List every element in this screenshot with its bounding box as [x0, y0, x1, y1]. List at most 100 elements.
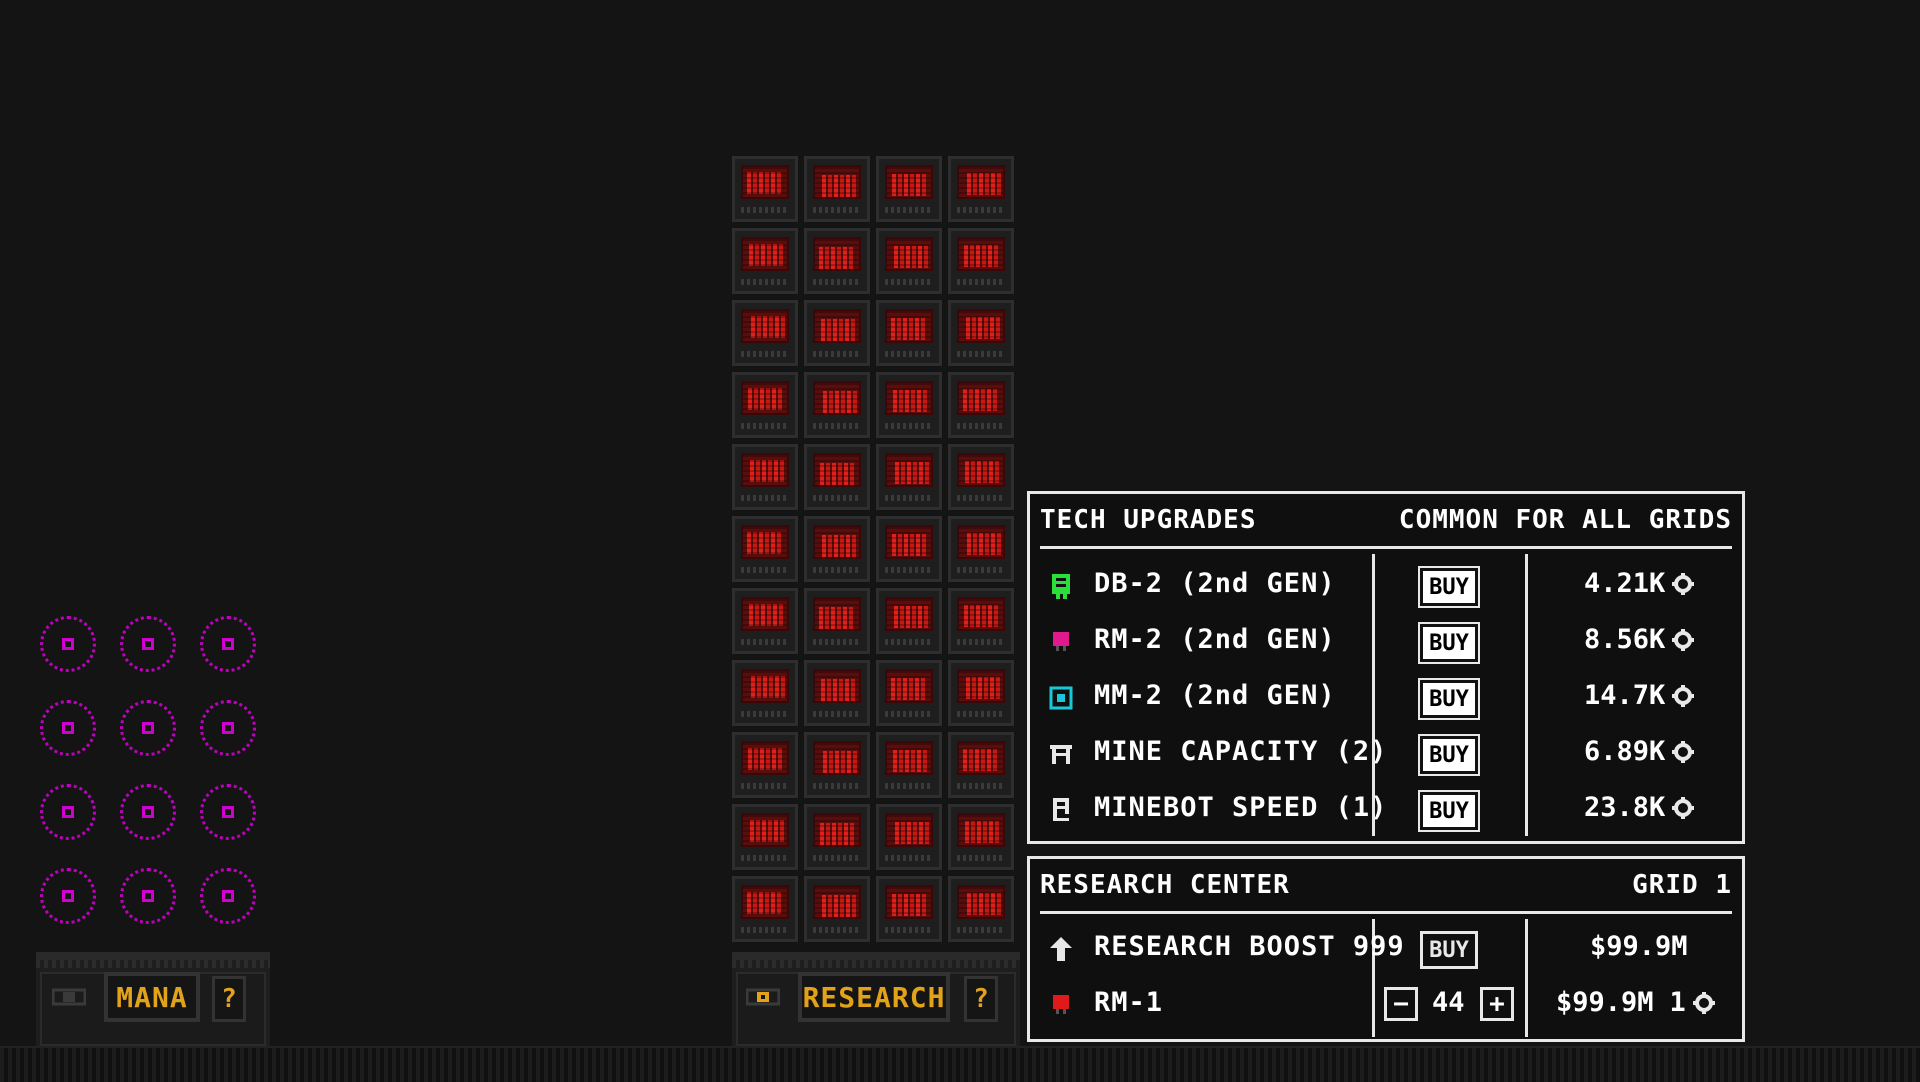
research-server[interactable] — [732, 372, 798, 438]
research-server[interactable] — [732, 588, 798, 654]
db-chip-icon — [1052, 574, 1070, 599]
research-server[interactable] — [948, 732, 1014, 798]
server-vent — [741, 927, 789, 933]
research-server[interactable] — [804, 804, 870, 870]
mana-node[interactable] — [200, 784, 256, 840]
research-server[interactable] — [804, 876, 870, 942]
research-server[interactable] — [876, 300, 942, 366]
research-server[interactable] — [732, 876, 798, 942]
research-server[interactable] — [804, 444, 870, 510]
mana-grid[interactable] — [40, 616, 270, 936]
gear-icon — [1672, 740, 1695, 763]
decrement-button[interactable]: − — [1384, 987, 1418, 1021]
research-server[interactable] — [804, 228, 870, 294]
mana-grid-button[interactable]: MANA — [104, 972, 200, 1022]
upgrade-name: MM-2 (2nd GEN) — [1094, 680, 1336, 711]
server-vent — [741, 855, 789, 861]
research-server[interactable] — [876, 228, 942, 294]
research-grid-button[interactable]: RESEARCH — [798, 972, 950, 1022]
tech-upgrades-title: TECH UPGRADES — [1040, 505, 1257, 535]
server-screen — [813, 885, 861, 919]
server-vent — [813, 927, 861, 933]
research-server[interactable] — [732, 804, 798, 870]
research-server[interactable] — [948, 372, 1014, 438]
research-server[interactable] — [804, 372, 870, 438]
research-server[interactable] — [876, 156, 942, 222]
server-screen — [957, 453, 1005, 487]
research-server[interactable] — [804, 732, 870, 798]
tech-upgrades-scope: COMMON FOR ALL GRIDS — [1398, 505, 1732, 535]
research-server[interactable] — [732, 732, 798, 798]
buy-mm2-button[interactable]: BUY — [1418, 678, 1480, 720]
mana-node[interactable] — [120, 616, 176, 672]
upgrade-cost: 23.8K — [1584, 792, 1695, 823]
increment-button[interactable]: + — [1480, 987, 1514, 1021]
mana-node[interactable] — [40, 784, 96, 840]
research-server[interactable] — [804, 156, 870, 222]
research-server[interactable] — [876, 444, 942, 510]
server-screen — [885, 525, 933, 559]
cost-value: 8.56K — [1584, 624, 1666, 655]
mana-node[interactable] — [40, 616, 96, 672]
research-server[interactable] — [876, 876, 942, 942]
research-server[interactable] — [948, 804, 1014, 870]
research-server[interactable] — [876, 732, 942, 798]
research-server[interactable] — [948, 660, 1014, 726]
research-server[interactable] — [948, 516, 1014, 582]
server-vent — [957, 855, 1005, 861]
research-server[interactable] — [804, 516, 870, 582]
research-server[interactable] — [948, 156, 1014, 222]
research-server[interactable] — [732, 516, 798, 582]
research-server[interactable] — [948, 300, 1014, 366]
buy-research-boost-button[interactable]: BUY — [1420, 931, 1478, 969]
rm1-level: 1 — [1669, 987, 1686, 1018]
research-server[interactable] — [732, 660, 798, 726]
mana-help-button[interactable]: ? — [212, 976, 246, 1022]
server-vent — [885, 855, 933, 861]
server-screen — [885, 165, 933, 199]
upgrade-row-minebot-speed: MINEBOT SPEED (1) BUY 23.8K — [1030, 782, 1742, 838]
research-server[interactable] — [876, 588, 942, 654]
server-vent — [885, 639, 933, 645]
buy-rm2-button[interactable]: BUY — [1418, 622, 1480, 664]
mana-node[interactable] — [40, 868, 96, 924]
research-server[interactable] — [804, 588, 870, 654]
server-screen — [885, 669, 933, 703]
server-screen — [813, 525, 861, 559]
buy-db2-button[interactable]: BUY — [1418, 566, 1480, 608]
research-server[interactable] — [876, 804, 942, 870]
arrow-up-icon — [1050, 937, 1072, 961]
research-server[interactable] — [948, 876, 1014, 942]
research-server[interactable] — [876, 516, 942, 582]
research-server[interactable] — [732, 444, 798, 510]
research-server[interactable] — [732, 156, 798, 222]
research-server[interactable] — [948, 588, 1014, 654]
server-vent — [957, 495, 1005, 501]
research-center-title: RESEARCH CENTER — [1040, 870, 1290, 900]
mana-node[interactable] — [120, 868, 176, 924]
gear-icon — [1672, 628, 1695, 651]
research-server[interactable] — [948, 228, 1014, 294]
server-vent — [813, 855, 861, 861]
research-help-button[interactable]: ? — [964, 976, 998, 1022]
mana-node[interactable] — [200, 868, 256, 924]
mana-node[interactable] — [200, 700, 256, 756]
mana-node[interactable] — [40, 700, 96, 756]
research-server[interactable] — [804, 300, 870, 366]
server-vent — [813, 423, 861, 429]
mana-node[interactable] — [120, 700, 176, 756]
research-server[interactable] — [732, 228, 798, 294]
research-server[interactable] — [948, 444, 1014, 510]
research-server[interactable] — [804, 660, 870, 726]
buy-minebot-speed-button[interactable]: BUY — [1418, 790, 1480, 832]
research-server[interactable] — [876, 660, 942, 726]
server-screen — [957, 885, 1005, 919]
mana-node[interactable] — [200, 616, 256, 672]
research-server[interactable] — [876, 372, 942, 438]
gear-icon — [1672, 796, 1695, 819]
research-server-rack[interactable] — [732, 156, 1020, 946]
research-server[interactable] — [732, 300, 798, 366]
mana-node[interactable] — [120, 784, 176, 840]
gear-icon[interactable] — [1692, 991, 1716, 1015]
buy-mine-capacity-button[interactable]: BUY — [1418, 734, 1480, 776]
